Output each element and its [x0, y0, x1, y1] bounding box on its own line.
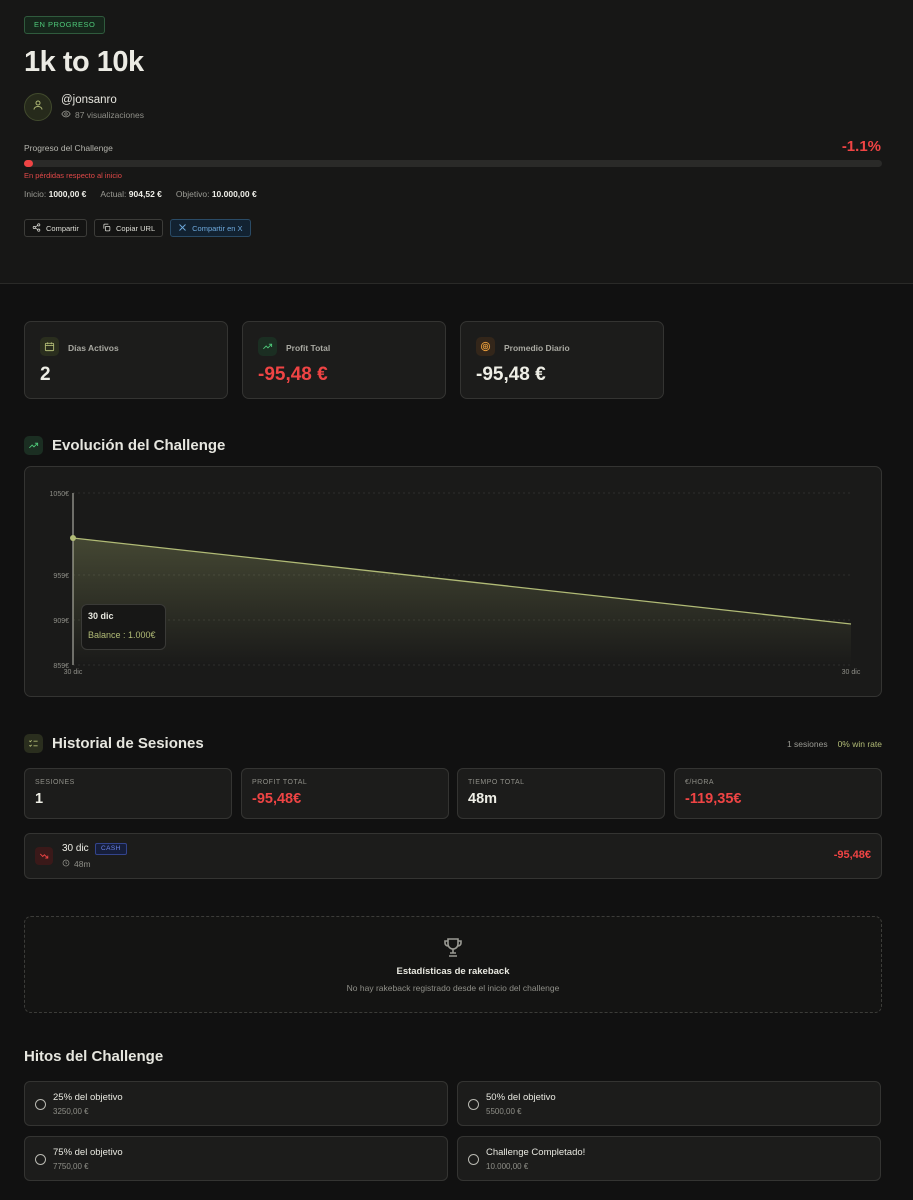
progress-bar-fill — [24, 160, 34, 167]
stat-card-total-profit: Profit Total -95,48 € — [242, 321, 446, 399]
tooltip-date: 30 dic — [88, 611, 114, 621]
page-title: 1k to 10k — [24, 46, 144, 78]
share-icon — [32, 222, 41, 234]
milestone-25: 25% del objetivo 3250,00 € — [24, 1081, 448, 1126]
milestone-name: Challenge Completado! — [486, 1147, 586, 1158]
session-type-badge: CASH — [95, 843, 127, 855]
stat-card-daily-average: Promedio Diario -95,48 € — [460, 321, 664, 399]
progress-warning: En pérdidas respecto al inicio — [24, 171, 122, 180]
copy-url-button[interactable]: Copiar URL — [93, 219, 164, 237]
history-meta: 1 sesiones 0% win rate — [787, 739, 882, 749]
circle-icon — [468, 1154, 479, 1165]
views-label: 87 visualizaciones — [75, 110, 144, 120]
summary-label: PROFIT TOTAL — [252, 779, 308, 786]
start-amount: Inicio: 1000,00 € — [24, 189, 87, 199]
win-rate: 0% win rate — [837, 739, 882, 749]
checklist-icon — [24, 734, 43, 753]
clock-icon — [62, 859, 70, 869]
milestone-amount: 5500,00 € — [486, 1107, 522, 1116]
circle-icon — [35, 1154, 46, 1165]
share-actions: Compartir Copiar URL Compartir en X — [24, 219, 251, 237]
summary-label: TIEMPO TOTAL — [468, 779, 525, 786]
stat-value: -95,48 € — [258, 364, 328, 385]
sessions-count: 1 sesiones — [786, 739, 828, 749]
summary-value: -119,35€ — [685, 791, 742, 807]
copy-icon — [102, 223, 111, 234]
history-title: Historial de Sesiones — [52, 735, 204, 752]
progress-bar — [24, 160, 882, 167]
stat-value: -95,48 € — [476, 364, 546, 385]
views-count: 87 visualizaciones — [61, 109, 144, 121]
session-profit: -95,48€ — [833, 849, 871, 861]
status-badge: EN PROGRESO — [24, 16, 106, 34]
calendar-icon — [40, 337, 59, 356]
chart-tooltip: 30 dic Balance : 1.000€ — [81, 604, 166, 650]
milestone-amount: 7750,00 € — [53, 1162, 89, 1171]
milestone-name: 75% del objetivo — [53, 1147, 123, 1158]
y-tick-label: 959€ — [53, 573, 69, 580]
progress-percent: -1.1% — [841, 138, 881, 155]
stat-label: Promedio Diario — [504, 343, 570, 353]
evolution-title: Evolución del Challenge — [52, 437, 226, 454]
stat-value: 2 — [40, 364, 51, 385]
challenge-amounts: Inicio: 1000,00 € Actual: 904,52 € Objet… — [24, 189, 257, 199]
session-date: 30 dic — [62, 843, 89, 854]
avatar[interactable] — [24, 93, 52, 121]
chart-canvas: 1050€959€909€859€30 dic 30 dic — [50, 491, 861, 676]
trending-up-icon — [258, 337, 277, 356]
trophy-icon — [441, 935, 465, 959]
summary-sessions: SESIONES 1 — [24, 768, 232, 819]
tooltip-balance: Balance : 1.000€ — [88, 630, 156, 640]
summary-time: TIEMPO TOTAL 48m — [457, 768, 665, 819]
summary-profit: PROFIT TOTAL -95,48€ — [241, 768, 449, 819]
y-tick-label: 1050€ — [50, 491, 70, 498]
summary-label: €/HORA — [685, 779, 715, 786]
circle-icon — [35, 1099, 46, 1110]
milestone-75: 75% del objetivo 7750,00 € — [24, 1136, 448, 1181]
summary-label: SESIONES — [35, 779, 75, 786]
milestone-amount: 3250,00 € — [53, 1107, 89, 1116]
x-logo-icon — [178, 223, 187, 234]
summary-value: 1 — [35, 791, 44, 807]
rakeback-subtitle: No hay rakeback registrado desde el inic… — [346, 983, 560, 993]
summary-value: 48m — [468, 791, 498, 807]
milestone-50: 50% del objetivo 5500,00 € — [457, 1081, 881, 1126]
trending-down-icon — [35, 847, 53, 865]
session-duration: 48m — [62, 859, 91, 869]
evolution-chart: 1050€ 959€ 909€ 859€ 30 dic 30 dic 30 dic Bal… — [24, 466, 882, 697]
data-point — [70, 535, 76, 542]
milestone-name: 25% del objetivo — [53, 1092, 123, 1103]
target-amount: Objetivo: 10.000,00 € — [175, 189, 257, 199]
share-x-button[interactable]: Compartir en X — [170, 219, 251, 237]
progress-label: Progreso del Challenge — [24, 143, 113, 153]
summary-value: -95,48€ — [252, 791, 302, 807]
milestone-complete: Challenge Completado! 10.000,00 € — [457, 1136, 881, 1181]
summary-hourly: €/HORA -119,35€ — [674, 768, 882, 819]
stat-label: Profit Total — [286, 343, 331, 353]
user-icon — [32, 98, 44, 116]
milestones-title: Hitos del Challenge — [24, 1048, 164, 1065]
stat-label: Días Activos — [68, 343, 119, 353]
session-row[interactable]: 30 dic CASH 48m -95,48€ — [24, 833, 882, 879]
trending-up-icon — [24, 436, 43, 455]
x-tick-label: 30 dic — [64, 669, 83, 676]
eye-icon — [61, 109, 71, 121]
y-tick-label: 909€ — [53, 618, 69, 625]
circle-icon — [468, 1099, 479, 1110]
current-amount: Actual: 904,52 € — [100, 189, 162, 199]
rakeback-empty-state: Estadísticas de rakeback No hay rakeback… — [24, 916, 882, 1013]
target-icon — [476, 337, 495, 356]
milestone-name: 50% del objetivo — [486, 1092, 556, 1103]
rakeback-title: Estadísticas de rakeback — [396, 966, 510, 977]
milestone-amount: 10.000,00 € — [486, 1162, 529, 1171]
share-button[interactable]: Compartir — [24, 219, 87, 237]
stat-card-active-days: Días Activos 2 — [24, 321, 228, 399]
username[interactable]: @jonsanro — [61, 94, 117, 106]
series-area — [73, 538, 851, 665]
challenge-header: EN PROGRESO 1k to 10k @jonsanro 87 visua… — [0, 0, 913, 284]
x-tick-label: 30 dic — [842, 669, 861, 676]
